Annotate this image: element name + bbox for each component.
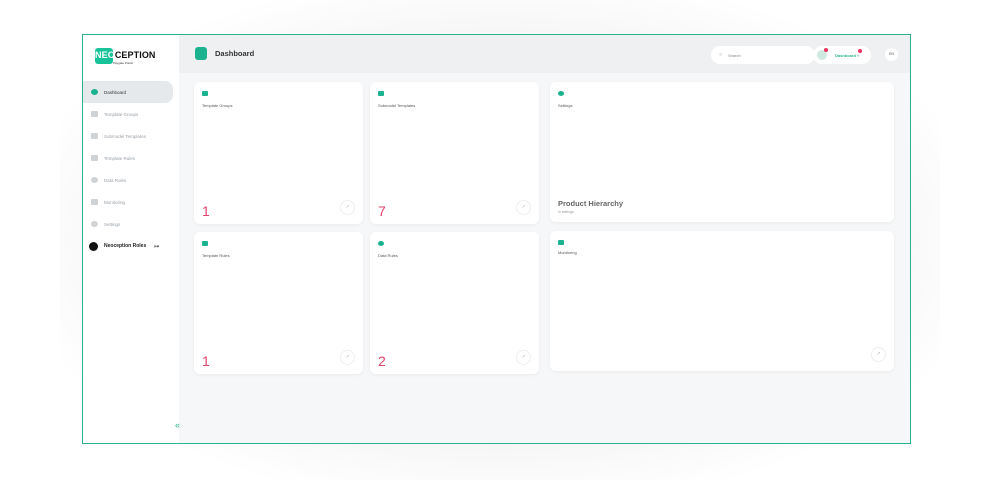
card-count: 2 xyxy=(378,353,386,369)
sidebar-item-template-rules[interactable]: Template Rules xyxy=(83,147,179,169)
dashboard-icon xyxy=(91,89,98,95)
card-count: 1 xyxy=(202,203,210,219)
sidebar-item-submodel-templates[interactable]: Submodel Templates xyxy=(83,125,179,147)
dropdown-badge xyxy=(858,49,862,53)
rules-icon xyxy=(202,241,208,246)
sidebar-item-label: Template Groups xyxy=(104,111,139,117)
card-template-rules[interactable]: Template Rules 1 ↗ xyxy=(194,232,363,374)
app-window: NEOCEPTION Paygate Portal Dashboard Temp… xyxy=(82,34,911,444)
card-title: Template Rules xyxy=(202,253,230,258)
card-title: Submodel Templates xyxy=(378,103,416,108)
template-icon xyxy=(378,91,384,96)
search-placeholder: Search xyxy=(728,53,741,58)
folder-icon xyxy=(91,111,98,117)
open-arrow-icon[interactable]: ↗ xyxy=(340,200,355,215)
sidebar-item-label: Submodel Templates xyxy=(104,133,146,139)
card-data-rules[interactable]: Data Rules 2 ↗ xyxy=(370,232,539,374)
card-count: 7 xyxy=(378,203,386,219)
open-arrow-icon[interactable]: ↗ xyxy=(516,350,531,365)
notification-badge xyxy=(824,48,828,52)
dropdown-label: Dashboard ˅ xyxy=(835,53,859,58)
sidebar: NEOCEPTION Paygate Portal Dashboard Temp… xyxy=(83,35,179,443)
card-title: Template Groups xyxy=(202,103,233,108)
monitor-icon xyxy=(558,240,564,245)
page-title: Dashboard xyxy=(215,49,255,58)
folder-icon xyxy=(202,91,208,96)
chevron-down-icon: ˅ xyxy=(857,53,860,58)
logo-subtitle: Paygate Portal xyxy=(113,61,133,65)
top-header: Dashboard ○ Search Dashboard ˅ EN xyxy=(179,35,910,73)
sidebar-item-label: Dashboard xyxy=(104,89,127,95)
user-name: Neoception Roles xyxy=(104,243,147,249)
card-count: 1 xyxy=(202,353,210,369)
monitor-icon xyxy=(91,199,98,205)
sidebar-item-data-rules[interactable]: Data Rules xyxy=(83,169,179,191)
dropdown-text: Dashboard xyxy=(835,53,856,58)
search-icon: ○ xyxy=(719,52,723,58)
sidebar-item-template-groups[interactable]: Template Groups xyxy=(83,103,179,125)
avatar xyxy=(89,241,98,251)
language-switch[interactable]: EN xyxy=(885,48,898,61)
dashboard-cube-icon xyxy=(195,47,207,60)
card-template-groups[interactable]: Template Groups 1 ↗ xyxy=(194,82,363,224)
logo-text-rest: CEPTION xyxy=(114,50,156,60)
data-icon xyxy=(91,177,98,183)
open-arrow-icon[interactable]: ↗ xyxy=(340,350,355,365)
sidebar-item-settings[interactable]: Settings xyxy=(83,213,179,235)
sidebar-item-label: Settings xyxy=(104,221,121,227)
sidebar-item-label: Template Rules xyxy=(104,155,136,161)
rules-icon xyxy=(91,155,98,161)
sidebar-item-label: Monitoring xyxy=(104,199,126,205)
sidebar-item-label: Data Rules xyxy=(104,177,127,183)
card-submodel-templates[interactable]: Submodel Templates 7 ↗ xyxy=(370,82,539,224)
product-hierarchy-subtitle: in settings xyxy=(558,210,574,214)
data-icon xyxy=(378,241,384,246)
dashboard-dropdown[interactable]: Dashboard ˅ xyxy=(813,46,871,64)
sidebar-item-dashboard[interactable]: Dashboard xyxy=(83,81,173,103)
template-icon xyxy=(91,133,98,139)
card-monitoring[interactable]: Monitoring ↗ xyxy=(550,231,894,371)
card-title: Monitoring xyxy=(558,250,577,255)
sidebar-item-monitoring[interactable]: Monitoring xyxy=(83,191,179,213)
card-title: Data Rules xyxy=(378,253,398,258)
card-settings[interactable]: Settings Product Hierarchy in settings xyxy=(550,82,894,222)
gear-icon xyxy=(558,91,564,96)
sidebar-nav: Dashboard Template Groups Submodel Templ… xyxy=(83,81,179,257)
logo-text-highlight: NEO xyxy=(95,50,115,60)
search-input[interactable]: ○ Search xyxy=(711,46,815,64)
logo-text: NEOCEPTION xyxy=(95,50,156,60)
logout-icon[interactable]: ↦ xyxy=(154,243,159,250)
gear-icon xyxy=(91,221,98,227)
collapse-sidebar-button[interactable]: « xyxy=(175,420,180,430)
open-arrow-icon[interactable]: ↗ xyxy=(516,200,531,215)
logo[interactable]: NEOCEPTION Paygate Portal xyxy=(95,47,161,67)
open-arrow-icon[interactable]: ↗ xyxy=(871,347,886,362)
card-title: Settings xyxy=(558,103,573,108)
product-hierarchy-title: Product Hierarchy xyxy=(558,199,624,208)
user-menu[interactable]: Neoception Roles ↦ xyxy=(83,235,179,257)
